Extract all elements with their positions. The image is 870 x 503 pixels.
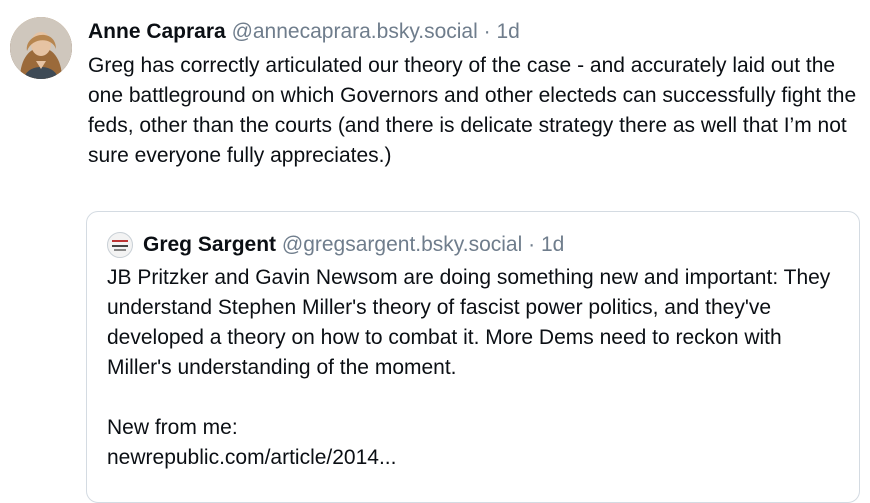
author-handle[interactable]: @annecaprara.bsky.social: [232, 20, 478, 43]
quoted-author-handle[interactable]: @gregsargent.bsky.social: [282, 231, 522, 259]
quoted-post-age[interactable]: 1d: [541, 231, 564, 259]
post: Anne Caprara @annecaprara.bsky.social · …: [0, 0, 870, 503]
post-header: Anne Caprara @annecaprara.bsky.social · …: [88, 18, 520, 46]
quoted-post-body: JB Pritzker and Gavin Newsom are doing s…: [107, 266, 831, 379]
avatar-photo-icon: [10, 17, 72, 79]
quoted-post-text: JB Pritzker and Gavin Newsom are doing s…: [107, 263, 847, 473]
author-name[interactable]: Anne Caprara: [88, 20, 226, 43]
quoted-author-name[interactable]: Greg Sargent: [143, 231, 276, 259]
post-age[interactable]: 1d: [496, 20, 519, 43]
quoted-author-avatar: [107, 232, 133, 258]
article-link[interactable]: newrepublic.com/article/2014...: [107, 443, 847, 473]
quoted-post-header: Greg Sargent @gregsargent.bsky.social · …: [107, 231, 564, 259]
author-avatar[interactable]: [10, 17, 72, 79]
quoted-post-intro: New from me:: [107, 416, 238, 439]
quoted-post[interactable]: Greg Sargent @gregsargent.bsky.social · …: [86, 211, 860, 503]
post-text: Greg has correctly articulated our theor…: [88, 54, 857, 167]
separator-dot: ·: [483, 20, 491, 43]
separator-dot: ·: [528, 233, 536, 256]
